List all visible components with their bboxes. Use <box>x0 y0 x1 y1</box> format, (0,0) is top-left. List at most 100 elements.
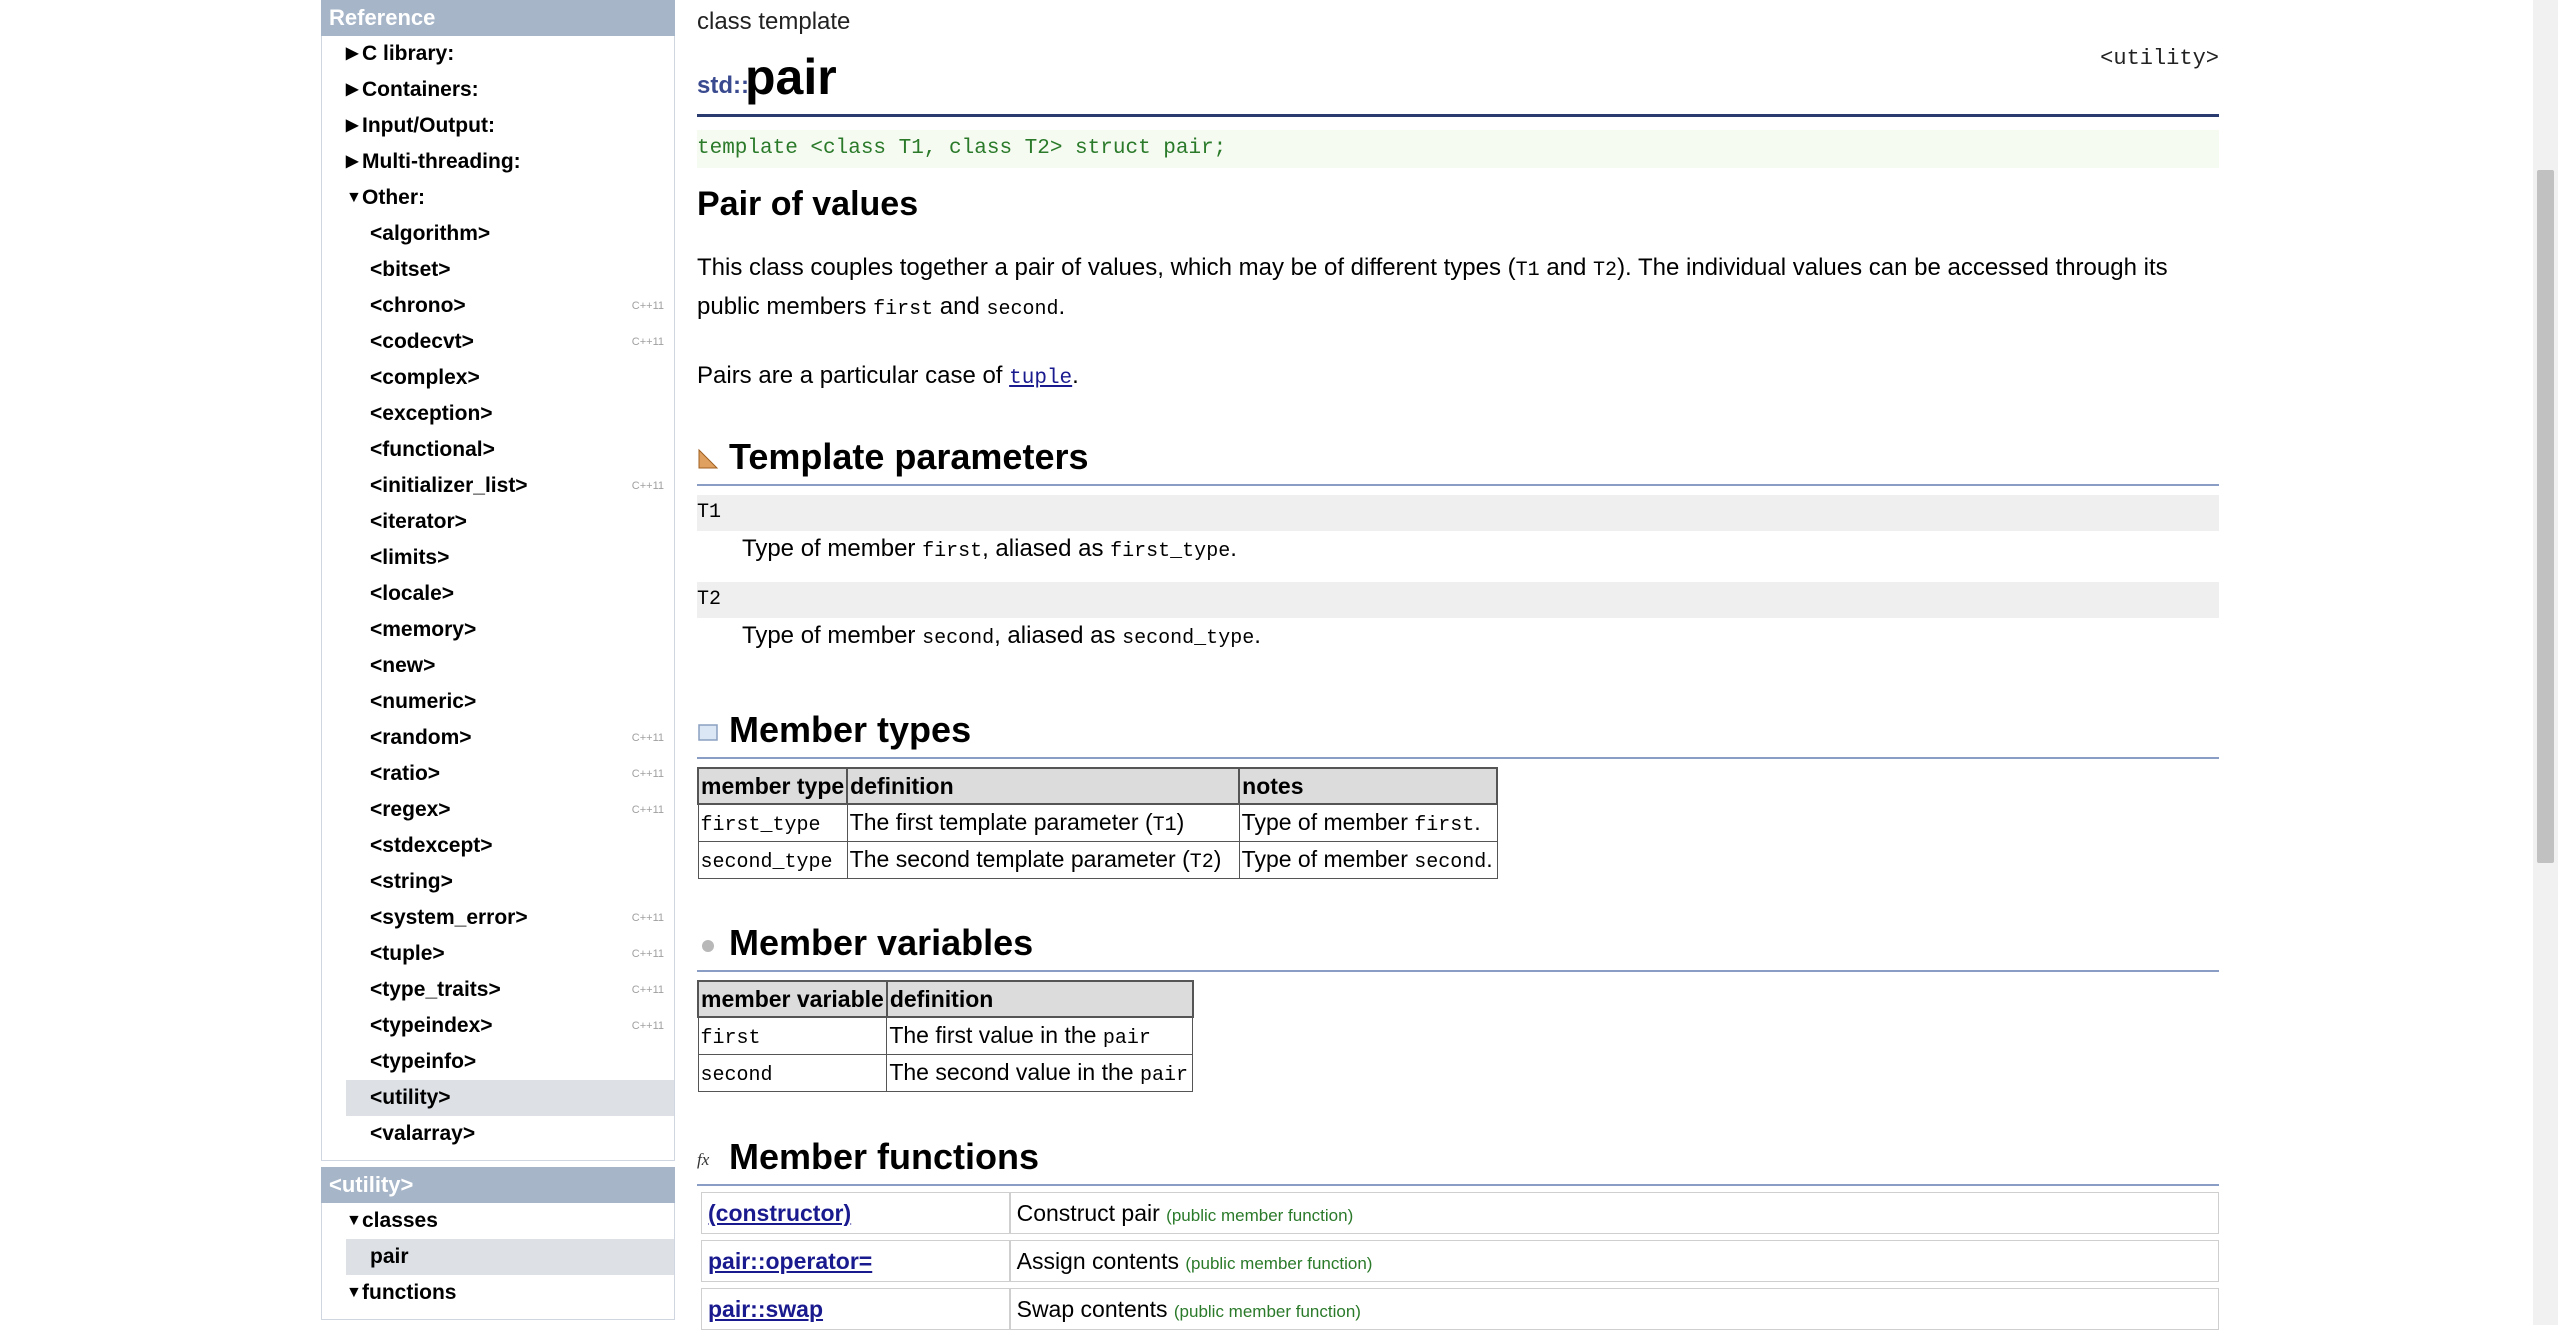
sidebar-item-label: <new> <box>370 654 436 677</box>
code-text: T1 <box>1152 814 1177 837</box>
text: The second value in the <box>889 1059 1140 1085</box>
text: . <box>1474 809 1481 835</box>
function-description: Swap contents (public member function) <box>1009 1288 2219 1330</box>
sidebar-item-header[interactable]: <typeindex> C++11 <box>322 1008 674 1044</box>
header-reference: <utility> <box>2100 46 2219 71</box>
text: Assign contents <box>1016 1247 1179 1274</box>
param-name-t1: T1 <box>697 495 2219 531</box>
cpp11-badge: C++11 <box>631 948 664 960</box>
sidebar-group-label: Other: <box>362 186 425 209</box>
section-title: Member types <box>729 709 972 750</box>
code-text: first <box>922 540 983 563</box>
sidebar-item-header[interactable]: <chrono> C++11 <box>322 288 674 324</box>
sidebar-item-header[interactable]: <complex> <box>322 360 674 396</box>
sidebar-item-header[interactable]: <typeinfo> <box>322 1044 674 1080</box>
sidebar-item-label: <utility> <box>370 1086 451 1109</box>
sidebar-group-c-library[interactable]: ▶ C library: <box>322 36 674 72</box>
set-square-icon <box>698 448 719 469</box>
sidebar-item-header[interactable]: <algorithm> <box>322 216 674 252</box>
utility-header[interactable]: <utility> <box>321 1167 675 1203</box>
definition-cell: The second value in the pair <box>886 1054 1194 1092</box>
notes-cell: Type of member first. <box>1238 803 1498 842</box>
member-variables-table: member variable definition first The fir… <box>697 980 1194 1092</box>
sidebar-item-header[interactable]: <random> C++11 <box>322 720 674 756</box>
function-link-operator-assign[interactable]: pair::operator= <box>701 1240 1010 1282</box>
sidebar-group-input-output[interactable]: ▶ Input/Output: <box>322 108 674 144</box>
sidebar-group-classes[interactable]: ▼ classes <box>322 1203 674 1239</box>
sidebar-item-header[interactable]: <exception> <box>322 396 674 432</box>
cpp11-badge: C++11 <box>631 300 664 312</box>
tuple-paragraph: Pairs are a particular case of tuple. <box>697 358 2219 397</box>
scrollbar-thumb[interactable] <box>2537 170 2554 863</box>
table-row: pair::operator= Assign contents (public … <box>701 1240 2219 1282</box>
sidebar-item-header[interactable]: <new> <box>322 648 674 684</box>
sidebar-group-other[interactable]: ▼ Other: <box>322 180 674 216</box>
sidebar-item-header[interactable]: <memory> <box>322 612 674 648</box>
reference-tree: ▶ C library: ▶ Containers: ▶ Input/Output: … <box>321 36 675 1161</box>
sidebar-item-label: <complex> <box>370 366 480 389</box>
sidebar-item-header[interactable]: <valarray> <box>322 1116 674 1152</box>
sidebar-item-header[interactable]: <initializer_list> C++11 <box>322 468 674 504</box>
function-description: Assign contents (public member function) <box>1009 1240 2219 1282</box>
member-types-section: Member types <box>697 707 2219 759</box>
utility-sidebar: <utility> ▼ classes pair ▼ functions <box>321 1167 675 1320</box>
code-text: second <box>700 1064 773 1087</box>
reference-header[interactable]: Reference <box>321 0 675 36</box>
function-link-constructor[interactable]: (constructor) <box>701 1192 1010 1234</box>
sidebar-item-header[interactable]: <utility> <box>346 1080 674 1116</box>
sidebar-item-header[interactable]: <functional> <box>322 432 674 468</box>
sidebar-item-label: <regex> <box>370 798 451 821</box>
sidebar-group-containers[interactable]: ▶ Containers: <box>322 72 674 108</box>
vertical-scrollbar[interactable] <box>2533 0 2558 1325</box>
sidebar-item-label: <tuple> <box>370 942 445 965</box>
sidebar-item-header[interactable]: <stdexcept> <box>322 828 674 864</box>
text: . <box>1230 535 1237 562</box>
sidebar-group-label: Input/Output: <box>362 114 495 137</box>
page-title: pair <box>745 49 837 105</box>
sidebar-item-header[interactable]: <bitset> <box>322 252 674 288</box>
title-bar: std:: pair <utility> <box>697 46 2219 117</box>
sidebar-item-header[interactable]: <type_traits> C++11 <box>322 972 674 1008</box>
description-paragraph: This class couples together a pair of va… <box>697 250 2219 328</box>
caret-down-icon: ▼ <box>346 189 362 206</box>
text: public members <box>697 293 874 320</box>
text: ). The individual values can be accessed… <box>1617 254 2168 281</box>
sidebar-item-header[interactable]: <numeric> <box>322 684 674 720</box>
sidebar-item-header[interactable]: <limits> <box>322 540 674 576</box>
sidebar-group-multi-threading[interactable]: ▶ Multi-threading: <box>322 144 674 180</box>
cpp11-badge: C++11 <box>631 768 664 780</box>
caret-right-icon: ▶ <box>346 81 359 98</box>
header-list: <algorithm> <bitset> <chrono> C++11 <codecvt… <box>322 216 674 1152</box>
sidebar-item-label: pair <box>370 1245 409 1268</box>
cpp11-badge: C++11 <box>631 732 664 744</box>
sidebar-item-label: <typeinfo> <box>370 1050 477 1073</box>
member-types-table: member type definition notes first_type … <box>696 767 1499 879</box>
code-text: T2 <box>1189 851 1214 874</box>
text: Pairs are a particular case of <box>697 362 1010 389</box>
column-header: notes <box>1238 767 1499 805</box>
sidebar-item-header[interactable]: <iterator> <box>322 504 674 540</box>
sidebar-item-header[interactable]: <codecvt> C++11 <box>322 324 674 360</box>
sidebar-item-header[interactable]: <system_error> C++11 <box>322 900 674 936</box>
tuple-link[interactable]: tuple <box>1009 367 1072 390</box>
utility-tree: ▼ classes pair ▼ functions <box>321 1203 675 1320</box>
sidebar-item-header[interactable]: <regex> C++11 <box>322 792 674 828</box>
sidebar-item-header[interactable]: <locale> <box>322 576 674 612</box>
param-desc-t1: Type of member first, aliased as first_t… <box>742 531 1237 570</box>
text: , aliased as <box>982 535 1111 562</box>
column-header: member variable <box>697 980 888 1018</box>
box-icon <box>698 724 718 741</box>
sidebar-item-header[interactable]: <tuple> C++11 <box>322 936 674 972</box>
text: , aliased as <box>994 622 1123 649</box>
sidebar-group-functions[interactable]: ▼ functions <box>322 1275 674 1311</box>
sidebar-item-label: <iterator> <box>370 510 467 533</box>
function-link-swap[interactable]: pair::swap <box>701 1288 1010 1330</box>
sidebar-item-header[interactable]: <string> <box>322 864 674 900</box>
sidebar-item-pair[interactable]: pair <box>346 1239 674 1275</box>
sidebar-item-header[interactable]: <ratio> C++11 <box>322 756 674 792</box>
cpp11-badge: C++11 <box>631 912 664 924</box>
section-heading: Pair of values <box>697 185 919 223</box>
sidebar-item-label: <algorithm> <box>370 222 491 245</box>
bullet-icon <box>702 940 714 952</box>
fx-icon: fx <box>697 1150 710 1169</box>
